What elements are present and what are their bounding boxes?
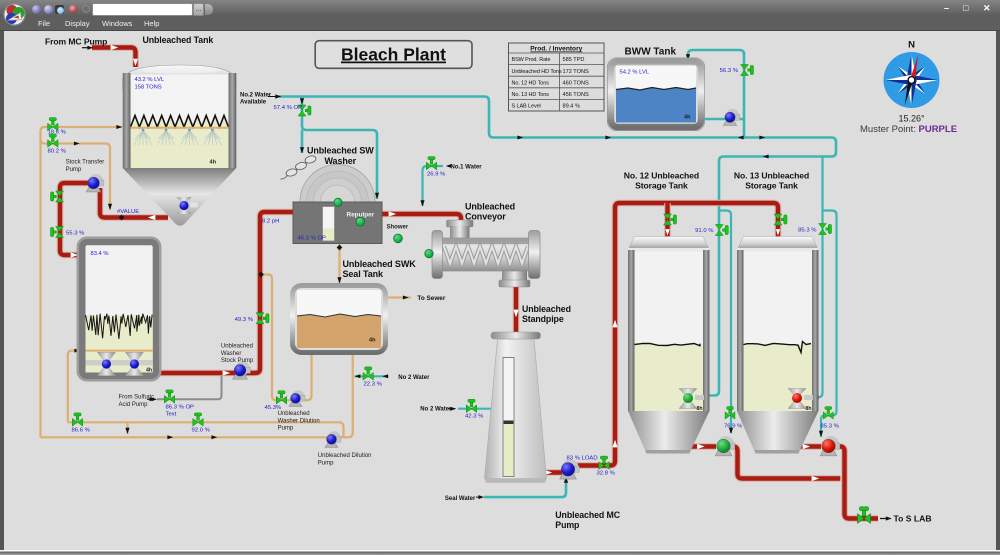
svg-text:83.4 %: 83.4 % [91, 251, 109, 257]
svg-text:Pump: Pump [278, 426, 294, 432]
svg-text:Unbleached SW: Unbleached SW [307, 146, 374, 156]
svg-text:85.3 %: 85.3 % [798, 228, 817, 234]
svg-text:#VALUE: #VALUE [117, 209, 139, 215]
svg-text:Unbleached SWK: Unbleached SWK [343, 259, 417, 269]
svg-text:86.3 % OP: 86.3 % OP [166, 404, 195, 410]
svg-text:From MC Pump: From MC Pump [45, 37, 107, 47]
svg-text:Unbleached Dilution: Unbleached Dilution [318, 453, 372, 459]
svg-text:Seal Tank: Seal Tank [343, 269, 385, 279]
svg-text:460 TONS: 460 TONS [563, 80, 589, 86]
svg-text:Stock Pump: Stock Pump [221, 358, 254, 364]
svg-text:4h: 4h [210, 160, 217, 166]
svg-text:92.0 %: 92.0 % [192, 427, 211, 433]
svg-text:57.4 % OP: 57.4 % OP [274, 105, 303, 111]
svg-text:15.26°: 15.26° [898, 114, 925, 124]
svg-text:55.3 %: 55.3 % [66, 231, 85, 237]
svg-text:Storage Tank: Storage Tank [635, 180, 688, 190]
svg-text:Seal Water: Seal Water [445, 496, 476, 502]
svg-text:Unbleached: Unbleached [465, 202, 515, 212]
svg-text:Unbleached HD Tons: Unbleached HD Tons [512, 69, 562, 75]
svg-text:Text: Text [166, 411, 177, 417]
svg-text:456 TONS: 456 TONS [563, 92, 589, 98]
svg-text:8.2 pH: 8.2 pH [262, 219, 279, 225]
svg-text:83 % LOAD: 83 % LOAD [567, 456, 598, 462]
svg-text:46.3 % OP: 46.3 % OP [298, 236, 327, 242]
svg-text:4h: 4h [369, 338, 376, 344]
svg-text:No 2 Water: No 2 Water [398, 375, 430, 381]
svg-text:To Sewer: To Sewer [417, 295, 445, 302]
svg-text:Unbleached MC: Unbleached MC [555, 510, 620, 520]
svg-text:No. 13 Unbleached: No. 13 Unbleached [734, 170, 809, 180]
svg-text:80.2 %: 80.2 % [48, 148, 67, 154]
svg-text:Standpipe: Standpipe [522, 314, 564, 324]
svg-text:BSW Prod. Rate: BSW Prod. Rate [512, 57, 551, 63]
svg-text:Available: Available [240, 100, 267, 106]
svg-text:PURPLE: PURPLE [919, 124, 958, 135]
svg-text:76.9 %: 76.9 % [724, 423, 743, 429]
svg-text:4h: 4h [684, 115, 691, 121]
svg-text:S LAB Level: S LAB Level [512, 104, 541, 110]
svg-text:Pump: Pump [318, 460, 334, 466]
svg-text:32.8 %: 32.8 % [597, 471, 616, 477]
svg-text:Storage Tank: Storage Tank [745, 180, 798, 190]
svg-text:Unbleached: Unbleached [278, 411, 310, 417]
svg-text:Muster Point:: Muster Point: [860, 124, 916, 135]
svg-text:No. 12 Unbleached: No. 12 Unbleached [624, 170, 699, 180]
svg-text:Stock Transfer: Stock Transfer [66, 160, 105, 166]
svg-text:No 2 Water: No 2 Water [420, 407, 452, 413]
svg-text:56.3 %: 56.3 % [720, 68, 739, 74]
svg-text:42.3 %: 42.3 % [465, 414, 484, 420]
svg-text:89.4 %: 89.4 % [563, 104, 580, 110]
svg-text:85.3 %: 85.3 % [821, 424, 840, 430]
svg-text:Conveyor: Conveyor [465, 212, 506, 222]
svg-text:No. 12 HD Tons: No. 12 HD Tons [512, 80, 550, 86]
svg-text:Acid Pump: Acid Pump [119, 402, 149, 408]
svg-text:To S LAB: To S LAB [894, 514, 932, 524]
svg-text:No.2 Water: No.2 Water [240, 93, 272, 99]
svg-text:Bleach Plant: Bleach Plant [341, 45, 446, 65]
svg-text:Unbleached: Unbleached [221, 344, 253, 350]
svg-text:Washer Dilution: Washer Dilution [278, 418, 320, 424]
svg-text:Shower: Shower [387, 224, 409, 230]
svg-text:Washer: Washer [221, 351, 241, 357]
svg-text:86.6 %: 86.6 % [72, 427, 91, 433]
svg-text:22.3 %: 22.3 % [364, 381, 383, 387]
svg-text:585 TPD: 585 TPD [563, 57, 585, 63]
svg-text:Prod. / Inventory: Prod. / Inventory [530, 46, 582, 53]
svg-text:N: N [908, 40, 915, 51]
svg-text:26.9 %: 26.9 % [427, 172, 446, 178]
svg-text:Unbleached: Unbleached [522, 304, 571, 314]
svg-text:BWW Tank: BWW Tank [625, 47, 677, 58]
svg-text:Washer: Washer [325, 156, 357, 166]
svg-text:No. 13 HD Tons: No. 13 HD Tons [512, 92, 550, 98]
svg-text:Pump: Pump [66, 167, 82, 173]
svg-text:172 TONS: 172 TONS [563, 69, 589, 75]
svg-text:54.2 % LVL: 54.2 % LVL [620, 70, 650, 76]
svg-text:91.0 %: 91.0 % [695, 228, 714, 234]
svg-text:43.2 % LVL: 43.2 % LVL [135, 77, 165, 83]
svg-text:4h: 4h [146, 368, 152, 374]
svg-text:49.3 %: 49.3 % [235, 317, 254, 323]
svg-text:Pump: Pump [555, 520, 580, 530]
svg-text:No.1 Water: No.1 Water [451, 165, 483, 171]
svg-text:Unbleached Tank: Unbleached Tank [142, 35, 213, 45]
svg-text:158 TONS: 158 TONS [135, 85, 162, 91]
